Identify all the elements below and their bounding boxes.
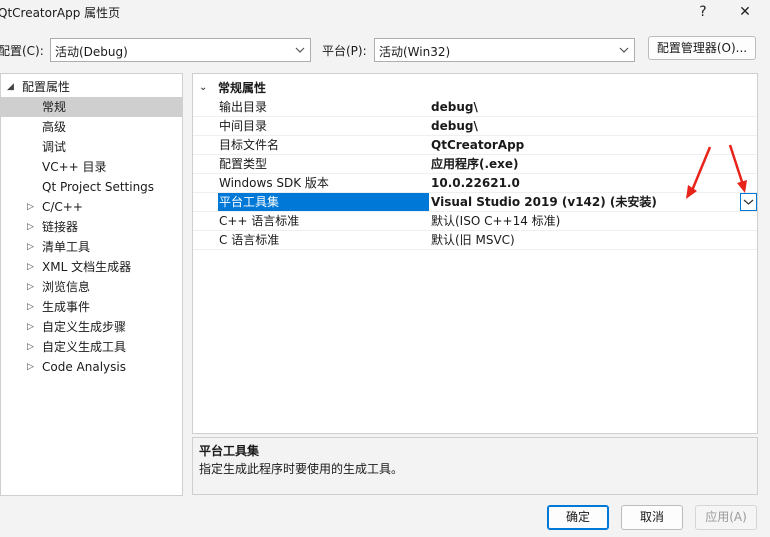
tree-item-label: XML 文档生成器: [42, 260, 132, 274]
config-combo-value: 活动(Debug): [55, 45, 128, 59]
expand-icon[interactable]: ▷: [27, 197, 34, 217]
tree-item[interactable]: Qt Project Settings: [1, 177, 182, 197]
property-value: 应用程序(.exe): [431, 157, 519, 171]
expand-icon[interactable]: ▷: [27, 217, 34, 237]
tree-root[interactable]: ◢ 配置属性: [1, 77, 182, 97]
platform-label: 平台(P):: [322, 44, 367, 58]
property-row[interactable]: 平台工具集 Visual Studio 2019 (v142) (未安装): [193, 193, 757, 212]
property-value: 默认(旧 MSVC): [431, 233, 515, 247]
section-header[interactable]: ⌄ 常规属性: [193, 78, 757, 98]
expand-icon[interactable]: ▷: [27, 257, 34, 277]
property-row[interactable]: C++ 语言标准 默认(ISO C++14 标准): [193, 212, 757, 231]
help-button[interactable]: ?: [688, 0, 718, 24]
property-name: 目标文件名: [219, 138, 280, 152]
config-combo[interactable]: 活动(Debug): [50, 38, 311, 62]
config-label: 配置(C):: [0, 44, 44, 58]
expand-icon[interactable]: ▷: [27, 357, 34, 377]
chevron-down-icon: [295, 47, 305, 53]
expand-icon[interactable]: ▷: [27, 317, 34, 337]
platform-combo-value: 活动(Win32): [379, 45, 451, 59]
property-value: 10.0.22621.0: [431, 176, 520, 190]
tree-item-label: 调试: [42, 140, 67, 154]
tree-item[interactable]: ▷ Code Analysis: [1, 357, 182, 377]
config-manager-button[interactable]: 配置管理器(O)...: [648, 36, 756, 60]
property-row[interactable]: 目标文件名 QtCreatorApp: [193, 136, 757, 155]
tree-item-label: VC++ 目录: [42, 160, 107, 174]
tree-item[interactable]: ▷ 自定义生成工具: [1, 337, 182, 357]
expand-icon[interactable]: ▷: [27, 337, 34, 357]
expand-icon[interactable]: ▷: [27, 297, 34, 317]
description-panel: 平台工具集 指定生成此程序时要使用的生成工具。: [192, 437, 758, 495]
window-title: QtCreatorApp 属性页: [0, 6, 121, 20]
section-title: 常规属性: [218, 81, 267, 95]
platform-combo[interactable]: 活动(Win32): [374, 38, 635, 62]
close-button[interactable]: ✕: [730, 0, 760, 24]
property-value: debug\: [431, 119, 478, 133]
property-value: QtCreatorApp: [431, 138, 525, 152]
property-row[interactable]: 配置类型 应用程序(.exe): [193, 155, 757, 174]
tree-item[interactable]: ▷ 浏览信息: [1, 277, 182, 297]
tree-item-label: 清单工具: [42, 240, 91, 254]
expand-icon[interactable]: ▷: [27, 277, 34, 297]
property-value[interactable]: Visual Studio 2019 (v142) (未安装): [431, 193, 657, 212]
property-tree: ◢ 配置属性 常规高级调试 VC++ 目录 Qt Project Settings ▷…: [0, 73, 183, 496]
property-name: C 语言标准: [219, 233, 280, 247]
tree-item-label: 浏览信息: [42, 280, 91, 294]
property-name: Windows SDK 版本: [219, 176, 329, 190]
ok-button[interactable]: 确定: [547, 505, 609, 530]
property-name: 平台工具集: [218, 193, 429, 212]
tree-item-label: 自定义生成步骤: [42, 320, 127, 334]
expand-icon[interactable]: ▷: [27, 237, 34, 257]
property-name: 中间目录: [219, 119, 268, 133]
property-row[interactable]: 输出目录 debug\: [193, 98, 757, 117]
property-value: debug\: [431, 100, 478, 114]
chevron-down-icon: [619, 47, 629, 53]
collapse-chevron-icon[interactable]: ⌄: [199, 78, 207, 98]
property-row[interactable]: Windows SDK 版本 10.0.22621.0: [193, 174, 757, 193]
tree-item-label: 生成事件: [42, 300, 91, 314]
tree-item-label: Qt Project Settings: [42, 180, 155, 194]
expanded-icon[interactable]: ◢: [7, 77, 14, 97]
property-name: 输出目录: [219, 100, 268, 114]
tree-item[interactable]: ▷ 生成事件: [1, 297, 182, 317]
property-row[interactable]: 中间目录 debug\: [193, 117, 757, 136]
apply-button[interactable]: 应用(A): [695, 505, 757, 530]
tree-item[interactable]: 调试: [1, 137, 182, 157]
tree-item-label: 常规: [42, 100, 67, 114]
tree-item[interactable]: ▷ 清单工具: [1, 237, 182, 257]
property-name: 配置类型: [219, 157, 268, 171]
red-arrow-left: [686, 146, 712, 199]
row-divider: [193, 249, 757, 250]
tree-item-label: 自定义生成工具: [42, 340, 127, 354]
config-bar: 配置(C): 活动(Debug) 平台(P): 活动(Win32) 配置管理器(…: [0, 36, 770, 64]
description-text: 指定生成此程序时要使用的生成工具。: [199, 462, 404, 476]
property-grid: ⌄ 常规属性 输出目录 debug\ 中间目录 debug\ 目标文件名 QtCreato…: [192, 73, 758, 434]
tree-item[interactable]: 高级: [1, 117, 182, 137]
property-row[interactable]: C 语言标准 默认(旧 MSVC): [193, 231, 757, 250]
tree-item[interactable]: VC++ 目录: [1, 157, 182, 177]
tree-item-label: 链接器: [42, 220, 79, 234]
tree-item[interactable]: 常规: [1, 97, 182, 117]
tree-item-label: C/C++: [42, 200, 83, 214]
tree-item-label: 高级: [42, 120, 67, 134]
cancel-button[interactable]: 取消: [621, 505, 683, 530]
tree-root-label: 配置属性: [22, 80, 71, 94]
tree-item-label: Code Analysis: [42, 360, 126, 374]
title-bar: QtCreatorApp 属性页 ? ✕: [0, 0, 770, 24]
tree-item[interactable]: ▷ 自定义生成步骤: [1, 317, 182, 337]
property-value: 默认(ISO C++14 标准): [431, 214, 561, 228]
tree-item[interactable]: ▷ C/C++: [1, 197, 182, 217]
red-arrow-right: [728, 144, 747, 193]
description-title: 平台工具集: [199, 444, 260, 458]
property-name: C++ 语言标准: [219, 214, 300, 228]
annotation-arrows: [686, 144, 747, 199]
tree-item[interactable]: ▷ 链接器: [1, 217, 182, 237]
tree-item[interactable]: ▷ XML 文档生成器: [1, 257, 182, 277]
